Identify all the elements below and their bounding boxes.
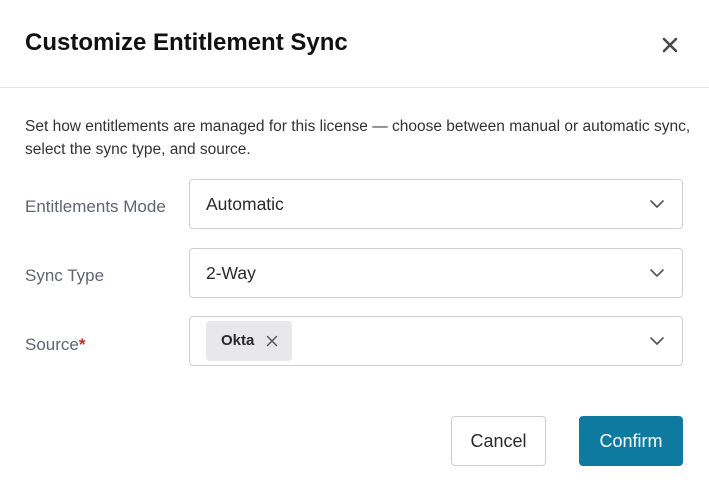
source-label-text: Source — [25, 335, 79, 354]
sync-type-select[interactable]: 2-Way — [189, 248, 683, 298]
source-chip-okta: Okta — [206, 321, 292, 361]
source-select[interactable]: Okta — [189, 316, 683, 366]
close-button[interactable] — [658, 33, 682, 57]
entitlements-mode-value: Automatic — [206, 194, 284, 214]
dialog-header: Customize Entitlement Sync — [0, 0, 709, 88]
required-indicator: * — [78, 335, 86, 354]
close-icon — [662, 37, 678, 53]
chevron-down-icon — [650, 200, 664, 208]
source-label: Source* — [25, 334, 86, 356]
chip-remove-icon[interactable] — [266, 335, 278, 347]
confirm-button[interactable]: Confirm — [579, 416, 683, 466]
chip-label: Okta — [221, 332, 255, 349]
entitlements-mode-select[interactable]: Automatic — [189, 179, 683, 229]
chevron-down-icon — [650, 269, 664, 277]
chevron-down-icon — [650, 337, 664, 345]
dialog-description: Set how entitlements are managed for thi… — [25, 118, 691, 158]
sync-type-value: 2-Way — [206, 263, 256, 283]
cancel-button[interactable]: Cancel — [451, 416, 546, 466]
dialog-title: Customize Entitlement Sync — [25, 29, 348, 56]
customize-entitlement-sync-dialog: Customize Entitlement Sync Set how entit… — [0, 0, 709, 496]
entitlements-mode-label: Entitlements Mode — [25, 197, 166, 216]
sync-type-label: Sync Type — [25, 266, 105, 285]
